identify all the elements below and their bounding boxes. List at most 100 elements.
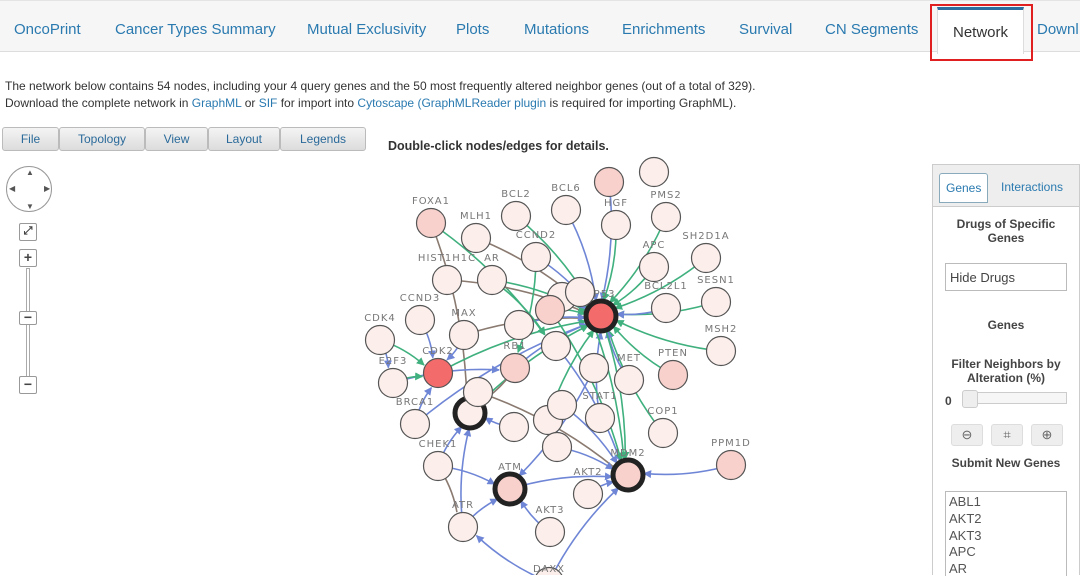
network-node[interactable] (564, 276, 596, 308)
highlight-box (930, 4, 1033, 61)
node-label: CCND3 (400, 293, 441, 304)
crop-icon[interactable]: ⌗ (991, 424, 1023, 446)
node-label: BCL6 (551, 183, 581, 194)
node-label: MSH2 (705, 324, 738, 335)
gene-item: AR (949, 561, 968, 577)
network-node[interactable] (498, 411, 530, 443)
node-label: BCL2 (501, 189, 531, 200)
node-label: AKT2 (573, 467, 602, 478)
network-node[interactable] (715, 449, 747, 481)
network-node[interactable] (364, 324, 396, 356)
node-label: MET (617, 353, 641, 364)
network-node[interactable] (550, 194, 582, 226)
network-node[interactable] (638, 156, 670, 188)
node-label: FOXA1 (412, 196, 450, 207)
node-label: SH2D1A (682, 231, 729, 242)
node-label: STAT1 (582, 391, 617, 402)
network-node[interactable] (690, 242, 722, 274)
network-node[interactable] (600, 209, 632, 241)
network-node[interactable] (650, 292, 682, 324)
network-node[interactable] (503, 309, 535, 341)
network-node[interactable] (448, 319, 480, 351)
network-node[interactable] (650, 201, 682, 233)
network-node[interactable] (534, 516, 566, 548)
network-node[interactable] (460, 222, 492, 254)
gene-item: AKT3 (949, 527, 982, 543)
gene-item: AKT2 (949, 510, 982, 526)
network-node[interactable] (584, 402, 616, 434)
tab-download[interactable]: Downl (1037, 21, 1079, 38)
slider-handle[interactable] (962, 390, 978, 408)
node-label: BCL2L1 (644, 281, 688, 292)
network-node[interactable] (572, 478, 604, 510)
filter-heading: Filter Neighbors by Alteration (%) (951, 357, 1061, 385)
network-node[interactable] (422, 357, 454, 389)
submit-heading: Submit New Genes (951, 456, 1061, 470)
node-label: CHEK1 (419, 439, 458, 450)
network-node[interactable] (657, 359, 689, 391)
network-node[interactable] (705, 335, 737, 367)
network-node[interactable] (546, 389, 578, 421)
network-node[interactable] (500, 200, 532, 232)
node-label: APC (643, 240, 666, 251)
network-node[interactable] (541, 431, 573, 463)
tab-genes[interactable]: Genes (939, 173, 989, 203)
network-graph[interactable]: FOXA1 MLH1 BCL2 BCL6 HGF PMS2 SH2D1A APC SESN1 BC… (0, 0, 930, 575)
node-label: HGF (604, 198, 628, 209)
filter-slider[interactable] (962, 390, 1067, 408)
network-node[interactable] (578, 352, 610, 384)
network-node[interactable] (613, 364, 645, 396)
network-node[interactable] (399, 408, 431, 440)
network-node[interactable] (700, 286, 732, 318)
network-node[interactable] (610, 457, 646, 493)
drugs-heading: Drugs of Specific Genes (956, 217, 1056, 245)
network-node[interactable] (447, 511, 479, 543)
tab-interactions[interactable]: Interactions (995, 173, 1069, 203)
node-label: PTEN (658, 348, 688, 359)
node-label: MAX (451, 308, 476, 319)
remove-icon[interactable]: ⊖ (951, 424, 983, 446)
node-label: PMS2 (650, 190, 681, 201)
network-node[interactable] (377, 367, 409, 399)
network-node[interactable] (415, 207, 447, 239)
network-node[interactable] (647, 417, 679, 449)
drugs-select[interactable]: Hide Drugs (945, 263, 1067, 291)
node-label: AKT3 (535, 505, 564, 516)
network-node[interactable] (422, 450, 454, 482)
node-label: CDK4 (364, 313, 396, 324)
slider-value: 0 (945, 394, 952, 408)
node-label: MLH1 (460, 211, 492, 222)
network-node[interactable] (492, 471, 528, 507)
network-node[interactable] (404, 304, 436, 336)
network-node[interactable] (583, 298, 619, 334)
node-label: DAXX (533, 564, 565, 575)
gene-list-textarea[interactable]: ABL1 AKT2 AKT3 APC AR (945, 491, 1067, 576)
node-label: COP1 (647, 406, 678, 417)
node-label: HIST1H1C (418, 253, 476, 264)
network-node[interactable] (638, 251, 670, 283)
network-node[interactable] (462, 376, 494, 408)
panel-tabs: Genes Interactions (933, 165, 1079, 207)
genes-heading: Genes (987, 318, 1025, 332)
gene-item: APC (949, 544, 976, 560)
node-label: PPM1D (711, 438, 751, 449)
node-label: MDM2 (610, 448, 645, 459)
network-node[interactable] (534, 294, 566, 326)
node-label: E2F3 (379, 356, 408, 367)
gene-item: ABL1 (949, 494, 981, 509)
network-node[interactable] (499, 352, 531, 384)
network-node[interactable] (520, 241, 552, 273)
node-label: ATM (498, 462, 522, 473)
node-label: SESN1 (697, 275, 735, 286)
add-icon[interactable]: ⊕ (1031, 424, 1063, 446)
network-node[interactable] (431, 264, 463, 296)
network-node[interactable] (476, 264, 508, 296)
network-node[interactable] (540, 330, 572, 362)
side-panel: Genes Interactions Drugs of Specific Gen… (932, 164, 1080, 576)
network-node[interactable] (593, 166, 625, 198)
node-label: RB1 (503, 341, 526, 352)
node-label: BRCA1 (396, 397, 435, 408)
node-label: AR (484, 253, 500, 264)
node-label: ATR (452, 500, 474, 511)
node-label: CCND2 (516, 230, 557, 241)
